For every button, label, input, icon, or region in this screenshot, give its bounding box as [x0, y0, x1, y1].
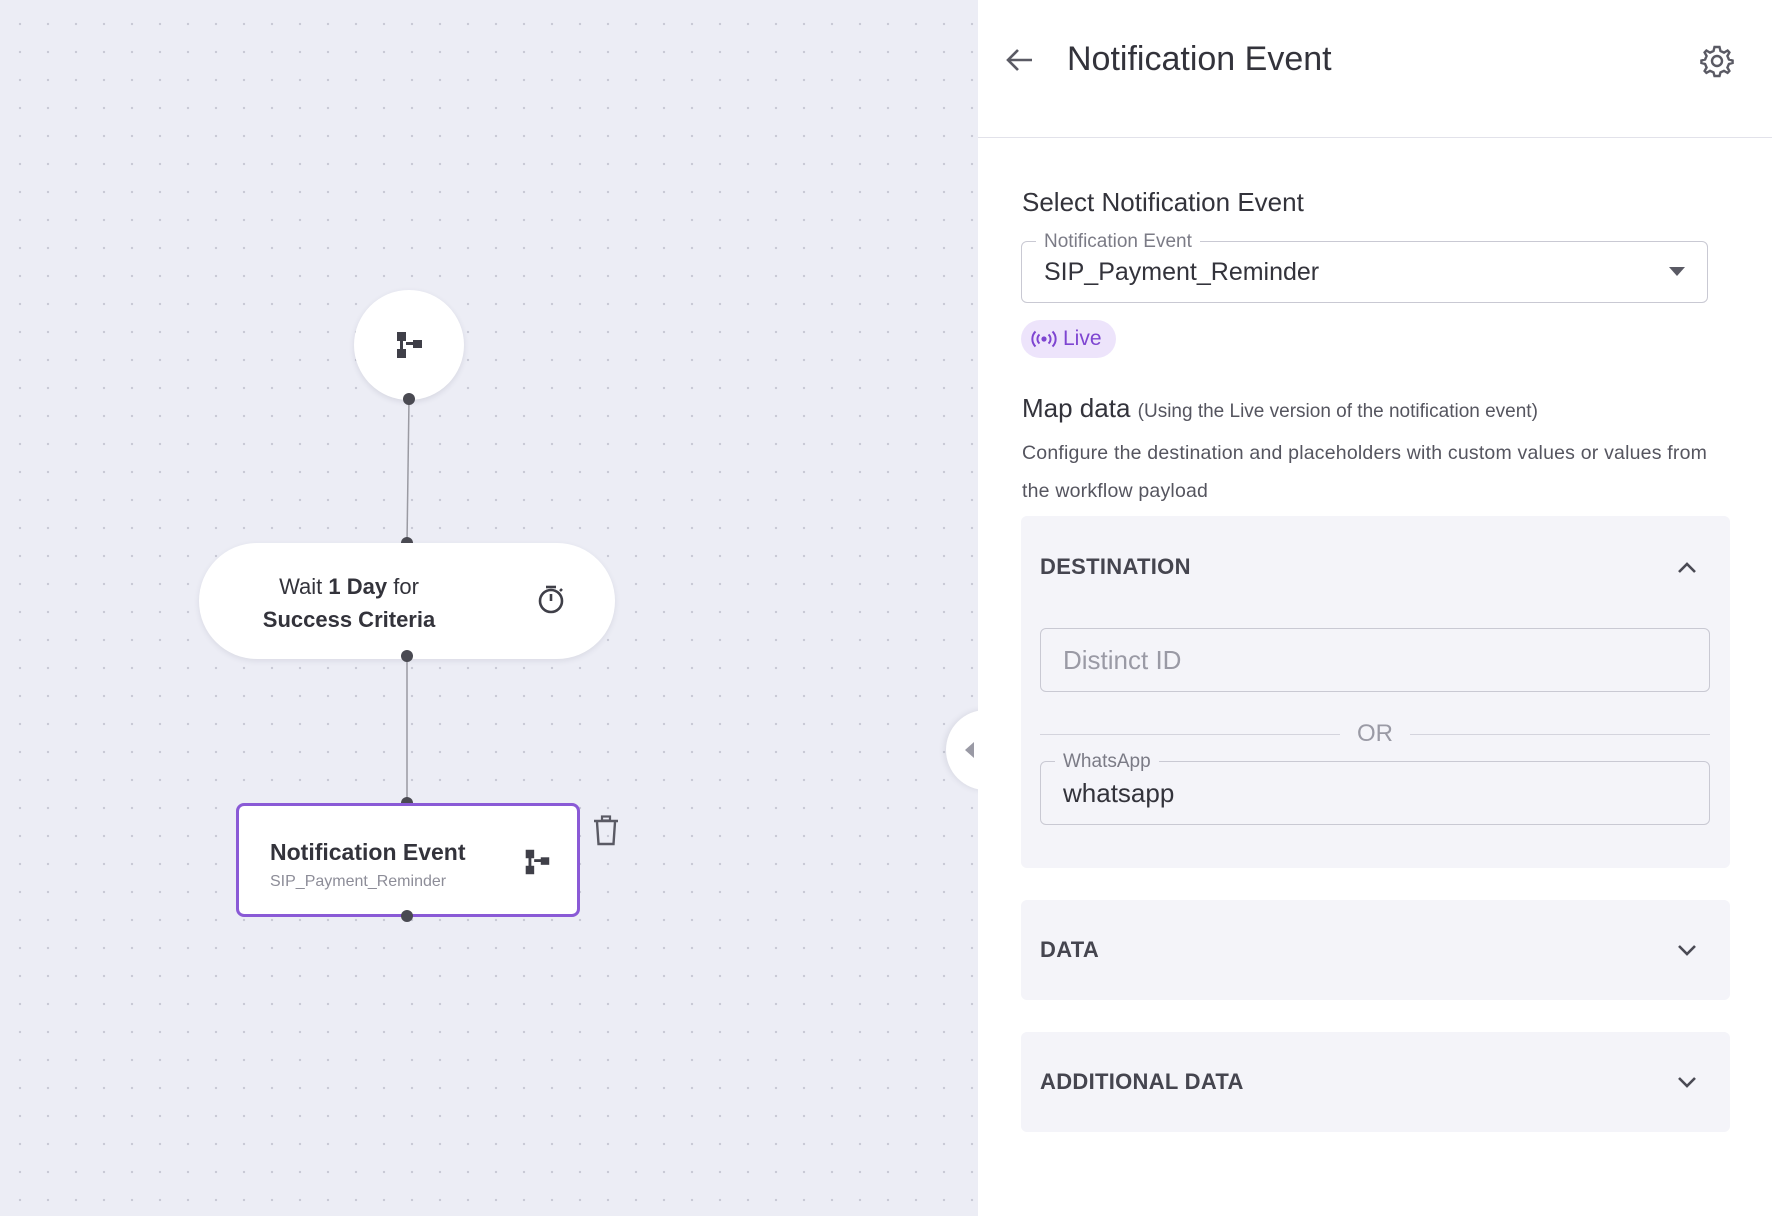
map-data-title: Map data [1022, 393, 1131, 423]
panel-title: Notification Event [1067, 40, 1332, 78]
whatsapp-input[interactable] [1041, 762, 1709, 824]
whatsapp-field[interactable]: WhatsApp [1040, 751, 1710, 825]
live-broadcast-icon [1031, 330, 1057, 348]
distinct-id-input[interactable] [1041, 629, 1709, 691]
chevron-up-icon[interactable] [1675, 556, 1699, 580]
chevron-down-icon[interactable] [1675, 1070, 1699, 1094]
workflow-icon [397, 332, 422, 358]
notification-node[interactable]: Notification Event SIP_Payment_Reminder [236, 803, 580, 917]
wait-output-port[interactable] [401, 650, 413, 662]
back-arrow-icon[interactable] [1004, 44, 1036, 76]
wait-node[interactable]: Wait 1 Day for Success Criteria [199, 543, 615, 659]
workflow-canvas[interactable]: Wait 1 Day for Success Criteria Notifica… [0, 0, 978, 1216]
chevron-down-icon[interactable] [1675, 938, 1699, 962]
trigger-node[interactable] [354, 290, 464, 400]
workflow-icon [525, 849, 550, 875]
data-section[interactable]: DATA [1021, 900, 1730, 1000]
or-divider: OR [1040, 720, 1710, 750]
notification-node-title: Notification Event [270, 839, 466, 865]
timer-icon [538, 585, 564, 614]
or-label: OR [1345, 720, 1405, 747]
wait-node-label: Wait 1 Day for Success Criteria [262, 574, 436, 632]
dropdown-caret-icon [1669, 267, 1685, 276]
additional-data-section[interactable]: ADDITIONAL DATA [1021, 1032, 1730, 1132]
node-config-panel: Notification Event Select Notification E… [978, 0, 1772, 1216]
live-badge-label: Live [1063, 327, 1102, 350]
additional-data-header[interactable]: ADDITIONAL DATA [1040, 1069, 1244, 1095]
map-data-note: (Using the Live version of the notificat… [1137, 401, 1538, 422]
notification-output-port[interactable] [401, 910, 413, 922]
distinct-id-field[interactable] [1040, 628, 1710, 692]
live-status-badge: Live [1021, 320, 1116, 358]
panel-header: Notification Event [978, 0, 1772, 138]
map-data-heading: Map data (Using the Live version of the … [1022, 393, 1538, 424]
notification-node-subtitle: SIP_Payment_Reminder [270, 873, 447, 890]
gear-icon[interactable] [1700, 44, 1734, 78]
trash-icon[interactable] [592, 815, 620, 847]
select-event-title: Select Notification Event [1022, 187, 1304, 217]
destination-section: DESTINATION OR WhatsApp [1021, 516, 1730, 868]
notification-event-label: Notification Event [1036, 231, 1200, 253]
data-header[interactable]: DATA [1040, 937, 1099, 963]
map-data-description: Configure the destination and placeholde… [1022, 442, 1708, 502]
destination-header[interactable]: DESTINATION [1040, 554, 1191, 580]
notification-event-select[interactable]: Notification Event SIP_Payment_Reminder [1021, 231, 1708, 303]
notification-event-value: SIP_Payment_Reminder [1044, 258, 1320, 286]
trigger-output-port[interactable] [403, 393, 415, 405]
